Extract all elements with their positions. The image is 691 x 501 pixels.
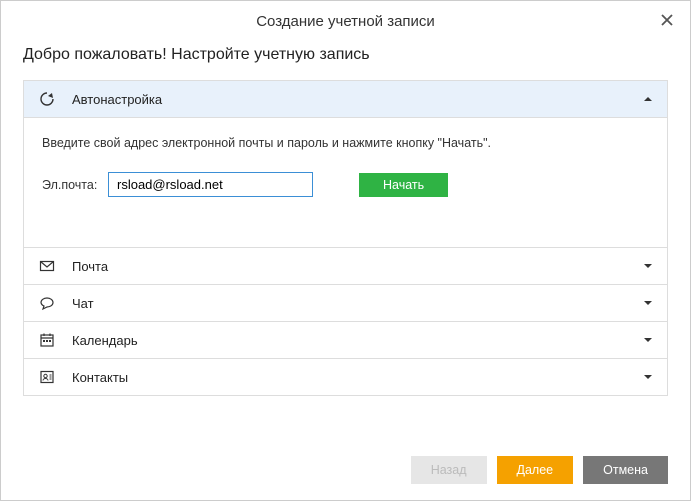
- chat-icon: [38, 294, 56, 312]
- next-button[interactable]: Далее: [497, 456, 574, 484]
- close-button[interactable]: [658, 11, 676, 29]
- section-autoconfig-body: Введите свой адрес электронной почты и п…: [24, 117, 667, 247]
- chevron-up-icon: [643, 94, 653, 104]
- section-calendar-header[interactable]: Календарь: [24, 321, 667, 358]
- section-contacts-label: Контакты: [72, 370, 643, 385]
- create-account-dialog: Создание учетной записи Добро пожаловать…: [0, 0, 691, 501]
- dialog-title: Создание учетной записи: [256, 13, 435, 30]
- email-form-row: Эл.почта: Начать: [42, 172, 649, 197]
- close-icon: [661, 14, 673, 26]
- start-button[interactable]: Начать: [359, 173, 448, 197]
- accordion: Автонастройка Введите свой адрес электро…: [23, 80, 668, 396]
- contacts-icon: [38, 368, 56, 386]
- email-label: Эл.почта:: [42, 178, 100, 192]
- chevron-down-icon: [643, 298, 653, 308]
- section-autoconfig-label: Автонастройка: [72, 92, 643, 107]
- chevron-down-icon: [643, 261, 653, 271]
- chevron-down-icon: [643, 372, 653, 382]
- section-mail-header[interactable]: Почта: [24, 247, 667, 284]
- section-chat-label: Чат: [72, 296, 643, 311]
- chevron-down-icon: [643, 335, 653, 345]
- section-autoconfig-header[interactable]: Автонастройка: [24, 81, 667, 117]
- back-button: Назад: [411, 456, 487, 484]
- calendar-icon: [38, 331, 56, 349]
- section-chat-header[interactable]: Чат: [24, 284, 667, 321]
- refresh-icon: [38, 90, 56, 108]
- mail-icon: [38, 257, 56, 275]
- section-contacts-header[interactable]: Контакты: [24, 358, 667, 395]
- dialog-footer: Назад Далее Отмена: [1, 442, 690, 500]
- titlebar: Создание учетной записи: [1, 1, 690, 40]
- section-mail-label: Почта: [72, 259, 643, 274]
- cancel-button[interactable]: Отмена: [583, 456, 668, 484]
- welcome-heading: Добро пожаловать! Настройте учетную запи…: [23, 46, 668, 64]
- dialog-content: Добро пожаловать! Настройте учетную запи…: [1, 40, 690, 442]
- section-calendar-label: Календарь: [72, 333, 643, 348]
- email-input[interactable]: [108, 172, 313, 197]
- autoconfig-instructions: Введите свой адрес электронной почты и п…: [42, 136, 649, 150]
